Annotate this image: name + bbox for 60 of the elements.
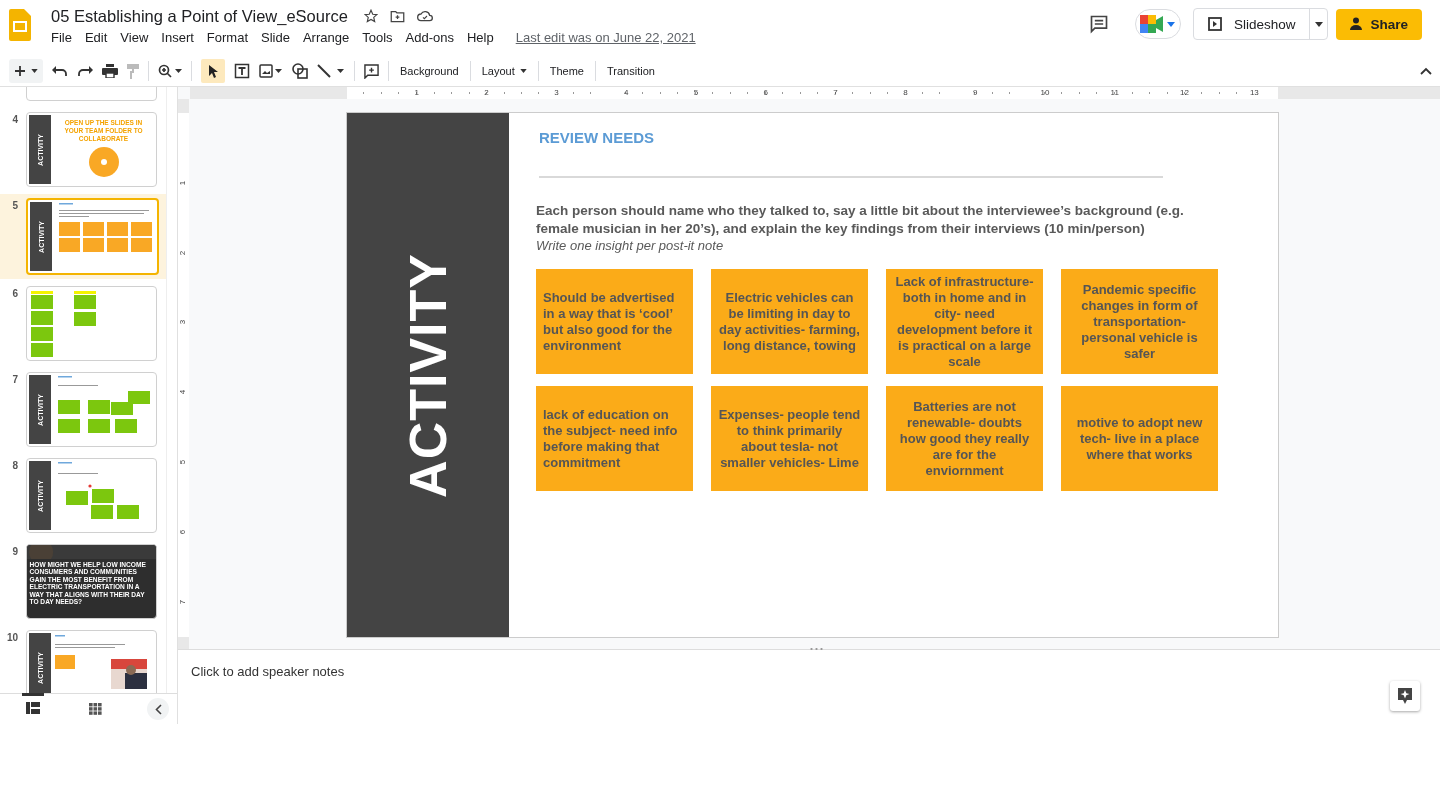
share-button[interactable]: Share bbox=[1336, 8, 1422, 40]
ruler-number: 13 bbox=[1249, 87, 1259, 99]
slide-number: 5 bbox=[11, 199, 18, 213]
slide-number: 6 bbox=[11, 287, 18, 301]
ruler-number: 7 bbox=[179, 599, 188, 604]
ruler-number: 3 bbox=[554, 87, 559, 99]
slide-label: ACTIVITY bbox=[398, 252, 458, 498]
menu-item[interactable]: Tools bbox=[362, 30, 393, 45]
horizontal-ruler[interactable]: 1 2 3 4 5 6 7 8 9 10 11 12 13 bbox=[190, 87, 1440, 99]
slide-number: 9 bbox=[11, 545, 18, 559]
ruler-number: 8 bbox=[903, 87, 908, 99]
slide-number: 10 bbox=[5, 631, 18, 645]
vertical-ruler[interactable]: 1 2 3 4 5 6 7 bbox=[178, 99, 189, 649]
toolbar-button[interactable]: Background bbox=[398, 59, 461, 83]
slide-number: 4 bbox=[11, 113, 18, 127]
ruler-number: 1 bbox=[414, 87, 419, 99]
menu-item[interactable]: Help bbox=[466, 30, 494, 45]
ruler-number: 2 bbox=[179, 250, 188, 255]
ruler-number: 2 bbox=[484, 87, 489, 99]
menu-item[interactable]: Arrange bbox=[302, 30, 350, 45]
document-title[interactable]: 05 Establishing a Point of View_eSource bbox=[51, 6, 348, 26]
sticky-note[interactable]: Electric vehicles can be limiting in day to day activities- farming, long distance, towing bbox=[711, 269, 868, 375]
menu-item[interactable]: Insert bbox=[161, 30, 194, 45]
ruler-number: 10 bbox=[1040, 87, 1050, 99]
sticky-note[interactable]: Pandemic specific changes in form of transportation- personal vehicle is safer bbox=[1061, 269, 1218, 375]
ruler-number: 5 bbox=[179, 459, 188, 465]
menu-item[interactable]: Add-ons bbox=[405, 30, 454, 45]
slide-heading: REVIEW NEEDS bbox=[539, 129, 656, 146]
ruler-number: 9 bbox=[972, 87, 978, 99]
sticky-note[interactable]: Expenses- people tend to think primarily about tesla- not smaller vehicles- Lime bbox=[711, 386, 868, 492]
slide-thumbnail-row[interactable]: 6 bbox=[0, 286, 166, 361]
menu-item[interactable]: Slide bbox=[261, 30, 290, 45]
sticky-note[interactable]: lack of education on the subject- need info before making that commitment bbox=[536, 386, 693, 492]
toolbar-button[interactable]: Layout bbox=[479, 59, 529, 83]
menu-item[interactable]: File bbox=[51, 30, 72, 45]
hint-text: Write one insight per post-it note bbox=[536, 238, 725, 254]
ruler-number: 7 bbox=[833, 87, 838, 99]
sticky-note[interactable]: Batteries are not renewable- doubts how good they really are for the enviornment bbox=[886, 386, 1043, 492]
sticky-note[interactable]: motive to adopt new tech- live in a place where that works bbox=[1061, 386, 1218, 492]
menu-item[interactable]: Edit bbox=[84, 30, 108, 45]
ruler-number: 11 bbox=[1110, 87, 1119, 99]
speaker-notes-field[interactable]: Click to add speaker notes bbox=[191, 664, 345, 679]
ruler-number: 3 bbox=[179, 320, 188, 325]
last-edit-link[interactable]: Last edit was on June 22, 2021 bbox=[515, 30, 696, 45]
sticky-note[interactable]: Lack of infrastructure- both in home and in city- need development before it is practical on a large scale bbox=[886, 269, 1043, 375]
toolbar-button[interactable]: Theme bbox=[547, 59, 586, 83]
menu-item[interactable]: View bbox=[120, 30, 149, 45]
slide-number: 8 bbox=[11, 459, 18, 473]
ruler-number: 1 bbox=[179, 180, 188, 185]
slide-number: 7 bbox=[11, 373, 18, 387]
sticky-note[interactable]: Should be advertised in a way that is ‘cool’ but also good for the environment bbox=[536, 269, 693, 375]
instructions-text: Each person should name who they talked to, say a little bit about the interviewee’s background (e.g. female musician in her 20’s), and explain the key findings from their interviews (10 min/person) bbox=[536, 202, 1185, 239]
toolbar-button[interactable]: Transition bbox=[605, 59, 657, 83]
menu-item[interactable]: Format bbox=[206, 30, 248, 45]
ruler-number: 5 bbox=[693, 87, 699, 99]
ruler-number: 6 bbox=[763, 87, 768, 99]
ruler-number: 12 bbox=[1180, 87, 1189, 99]
ruler-number: 6 bbox=[179, 529, 188, 534]
ruler-number: 4 bbox=[623, 87, 629, 99]
ruler-number: 4 bbox=[179, 389, 188, 395]
